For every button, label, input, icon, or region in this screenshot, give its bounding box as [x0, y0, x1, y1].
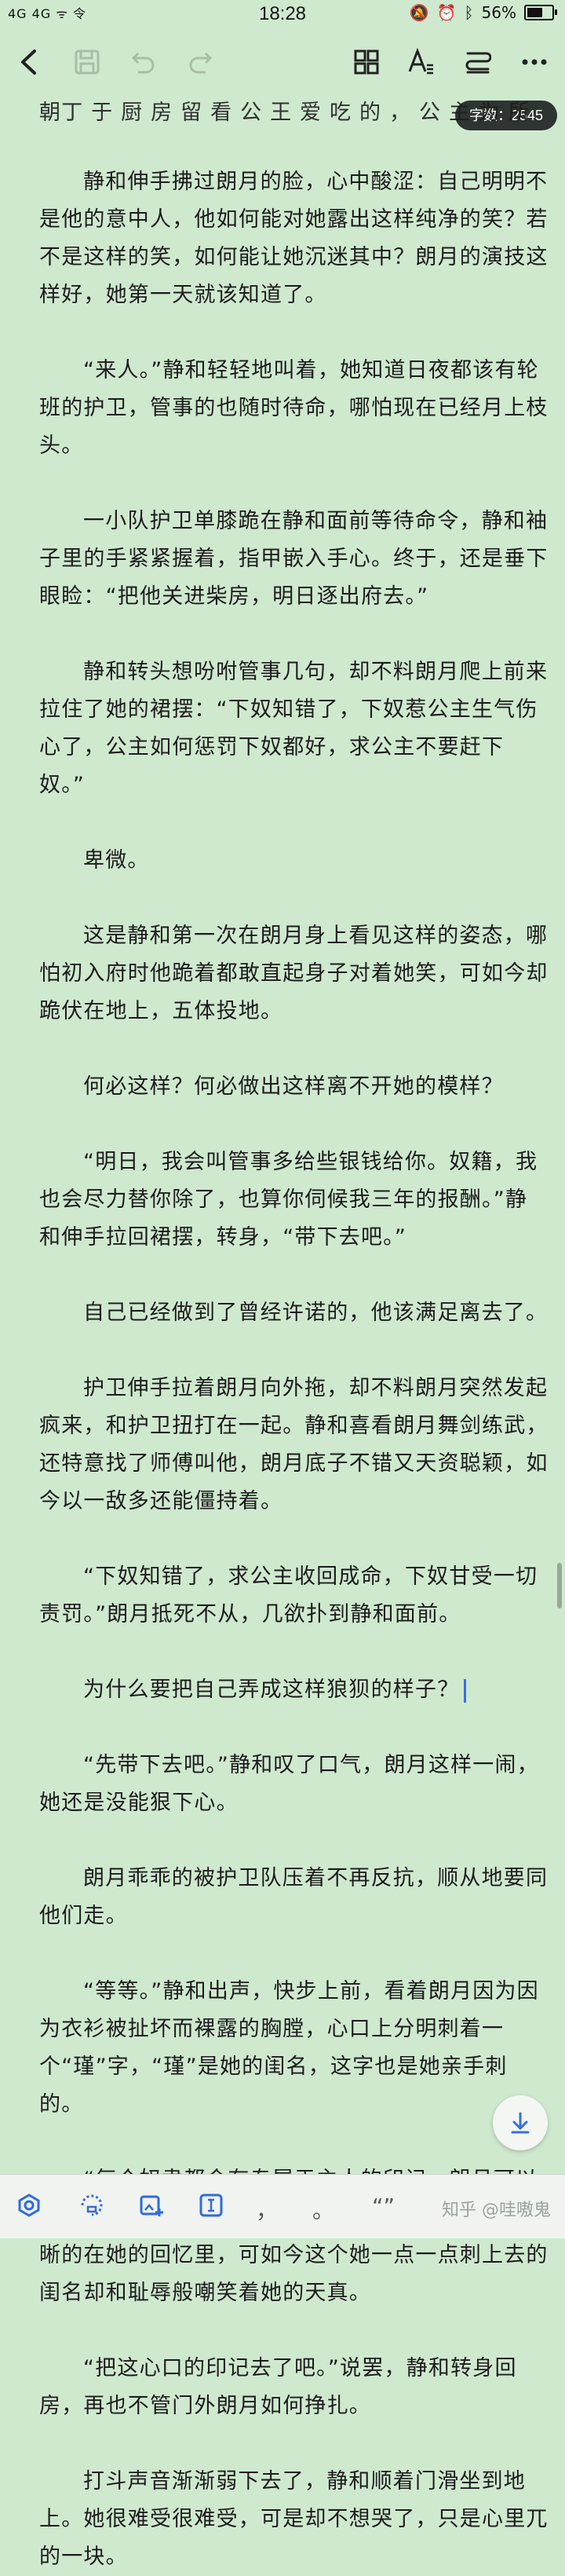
- paragraph-with-cursor: 为什么要把自己弄成这样狼狈的样子？: [39, 1671, 549, 1709]
- tag-icon[interactable]: [74, 2187, 110, 2223]
- paragraph: 何必这样？何必做出这样离不开她的模样？: [83, 1074, 504, 1099]
- paragraph: 自己已经做到了曾经许诺的，他该满足离去了。: [83, 1301, 549, 1325]
- comma-key[interactable]: ，: [256, 2194, 278, 2225]
- text-cursor-icon[interactable]: [193, 2187, 229, 2223]
- font-icon[interactable]: [402, 42, 441, 82]
- battery-percent: 56%: [481, 3, 516, 22]
- alarm-icon: ⏰: [436, 3, 457, 22]
- text-cursor: [464, 1678, 467, 1703]
- undo-icon[interactable]: [124, 42, 163, 82]
- layout-icon[interactable]: [347, 42, 386, 82]
- paragraph: “明日，我会叫管事多给些银钱给你。奴籍，我也会尽力替你除了，也算你伺候我三年的报…: [39, 1150, 538, 1250]
- quote-key[interactable]: “”: [372, 2194, 395, 2219]
- paragraph: “把这心口的印记去了吧。”说罢，静和转身回房，再也不管门外朗月如何挣扎。: [39, 2356, 517, 2418]
- paragraph: 静和转头想吩咐管事几句，却不料朗月爬上前来拉住了她的裙摆：“下奴知错了，下奴惹公…: [39, 660, 549, 797]
- redo-icon[interactable]: [180, 42, 220, 82]
- paragraph: “下奴知错了，求公主收回成命，下奴甘受一切责罚。”朗月抵死不从，几欲扑到静和面前…: [39, 1564, 538, 1626]
- add-image-icon[interactable]: [133, 2187, 170, 2223]
- paragraph: “先带下去吧。”静和叹了口气，朗月这样一闹，她还是没能狠下心。: [39, 1753, 539, 1815]
- scrollbar-thumb[interactable]: [557, 1563, 562, 1608]
- paragraph: 静和伸手拂过朗月的脸，心中酸涩：自己明明不是他的意中人，他如何能对她露出这样纯净…: [39, 170, 549, 307]
- more-icon[interactable]: [515, 42, 554, 82]
- paragraph: 朗月乖乖的被护卫队压着不再反抗，顺从地要同他们走。: [39, 1866, 549, 1928]
- paragraph-cut: 朝丁 于 厨 房 留 看 公 王 爱 吃 的 ， 公 主 为 所 然 的 ？: [39, 101, 531, 125]
- battery-icon: [524, 5, 557, 20]
- zhihu-watermark: 知乎 @哇嗷鬼: [442, 2201, 551, 2220]
- paragraph: 这是静和第一次在朗月身上看见这样的姿态，哪怕初入府时他跪着都敢直起身子对着她笑，…: [39, 924, 549, 1023]
- download-arrow-icon: [511, 2112, 530, 2134]
- scroll-down-button[interactable]: [493, 2095, 548, 2150]
- back-icon[interactable]: [9, 42, 49, 82]
- paragraph: 卑微。: [83, 848, 150, 873]
- paragraph: 护卫伸手拉着朗月向外拖，却不料朗月突然发起疯来，和护卫扭打在一起。静和喜看朗月舞…: [39, 1376, 549, 1513]
- format-icon[interactable]: [458, 42, 498, 82]
- paragraph: “等等。”静和出声，快步上前，看着朗月因为因为衣衫被扯坏而裸露的胸膛，心口上分明…: [39, 1979, 539, 2117]
- period-key[interactable]: 。: [312, 2194, 334, 2225]
- hexagon-icon[interactable]: [11, 2187, 47, 2223]
- paragraph: “来人。”静和轻轻地叫着，她知道日夜都该有轮班的护卫，管事的也随时待命，哪怕现在…: [39, 358, 549, 458]
- paragraph-text: 为什么要把自己弄成这样狼狈的样子？: [83, 1678, 460, 1702]
- bluetooth-icon: ᛒ: [464, 3, 474, 22]
- status-bar: 4G 4G ᯤ 令 18:28 🔕 ⏰ ᛒ 56%: [0, 0, 565, 28]
- paragraph: 打斗声音渐渐弱下去了，静和顺着门滑坐到地上。她很难受很难受，可是却不想哭了，只是…: [39, 2469, 549, 2569]
- bell-icon: 🔕: [409, 3, 429, 22]
- save-icon[interactable]: [67, 42, 107, 82]
- status-icons: 🔕 ⏰ ᛒ 56%: [409, 3, 557, 22]
- editor-toolbar: [0, 35, 565, 91]
- paragraph: 一小队护卫单膝跪在静和面前等待命令，静和袖子里的手紧紧握着，指甲嵌入手心。终于，…: [39, 509, 549, 609]
